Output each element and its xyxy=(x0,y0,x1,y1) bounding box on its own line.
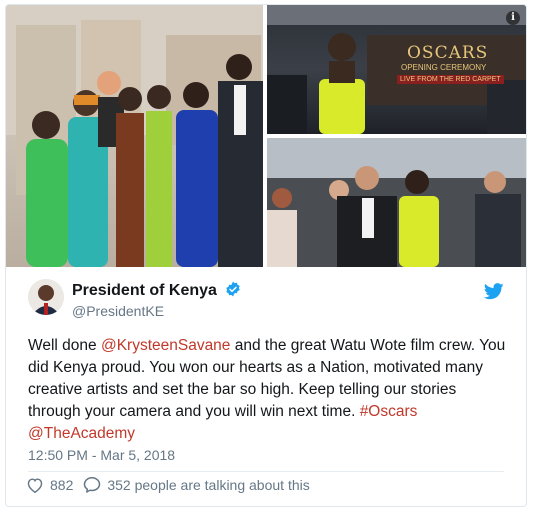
speech-bubble-icon xyxy=(84,477,101,493)
oscars-sign-subtitle: OPENING CEREMONY xyxy=(401,63,487,72)
display-name-text: President of Kenya xyxy=(72,282,217,299)
tweet-actions: 882 352 people are talking about this xyxy=(26,476,320,493)
like-count: 882 xyxy=(50,476,74,493)
tweet-media[interactable]: OSCARS OPENING CEREMONY LIVE FROM THE RE… xyxy=(6,5,526,267)
avatar[interactable] xyxy=(28,279,64,315)
oscars-photo-illustration xyxy=(267,5,526,134)
twitter-bird-icon[interactable] xyxy=(483,283,504,305)
mention-link-theacademy[interactable]: @TheAcademy xyxy=(28,425,135,442)
oscars-sign-banner: LIVE FROM THE RED CARPET xyxy=(397,75,504,84)
oscars-sign-title: OSCARS xyxy=(407,43,489,63)
like-button[interactable]: 882 xyxy=(26,477,73,493)
avatar-image xyxy=(28,279,64,315)
heart-icon xyxy=(27,477,43,493)
conversation-count-text: 352 people are talking about this xyxy=(107,476,310,493)
info-icon[interactable]: i xyxy=(506,11,520,25)
tweet-card[interactable]: OSCARS OPENING CEREMONY LIVE FROM THE RE… xyxy=(5,4,527,507)
reply-conversation-button[interactable]: 352 people are talking about this xyxy=(83,476,310,493)
user-handle[interactable]: @PresidentKE xyxy=(72,303,164,319)
photo-red-carpet[interactable] xyxy=(267,138,526,267)
display-name[interactable]: President of Kenya xyxy=(72,281,241,302)
tweet-text-part-1: Well done xyxy=(28,337,101,354)
divider xyxy=(28,471,504,472)
tweet-header: President of Kenya @PresidentKE xyxy=(28,279,504,327)
tweet-text: Well done @KrysteenSavane and the great … xyxy=(28,335,508,445)
photo-oscars-sign[interactable]: OSCARS OPENING CEREMONY LIVE FROM THE RE… xyxy=(267,5,526,134)
photo-group[interactable] xyxy=(6,5,263,267)
hashtag-link-oscars[interactable]: #Oscars xyxy=(360,403,418,420)
red-carpet-photo-illustration xyxy=(267,138,526,267)
tweet-timestamp[interactable]: 12:50 PM - Mar 5, 2018 xyxy=(28,447,175,463)
verified-badge-icon xyxy=(225,281,241,302)
mention-link-krysteensavane[interactable]: @KrysteenSavane xyxy=(101,337,230,354)
group-photo-illustration xyxy=(6,5,263,267)
